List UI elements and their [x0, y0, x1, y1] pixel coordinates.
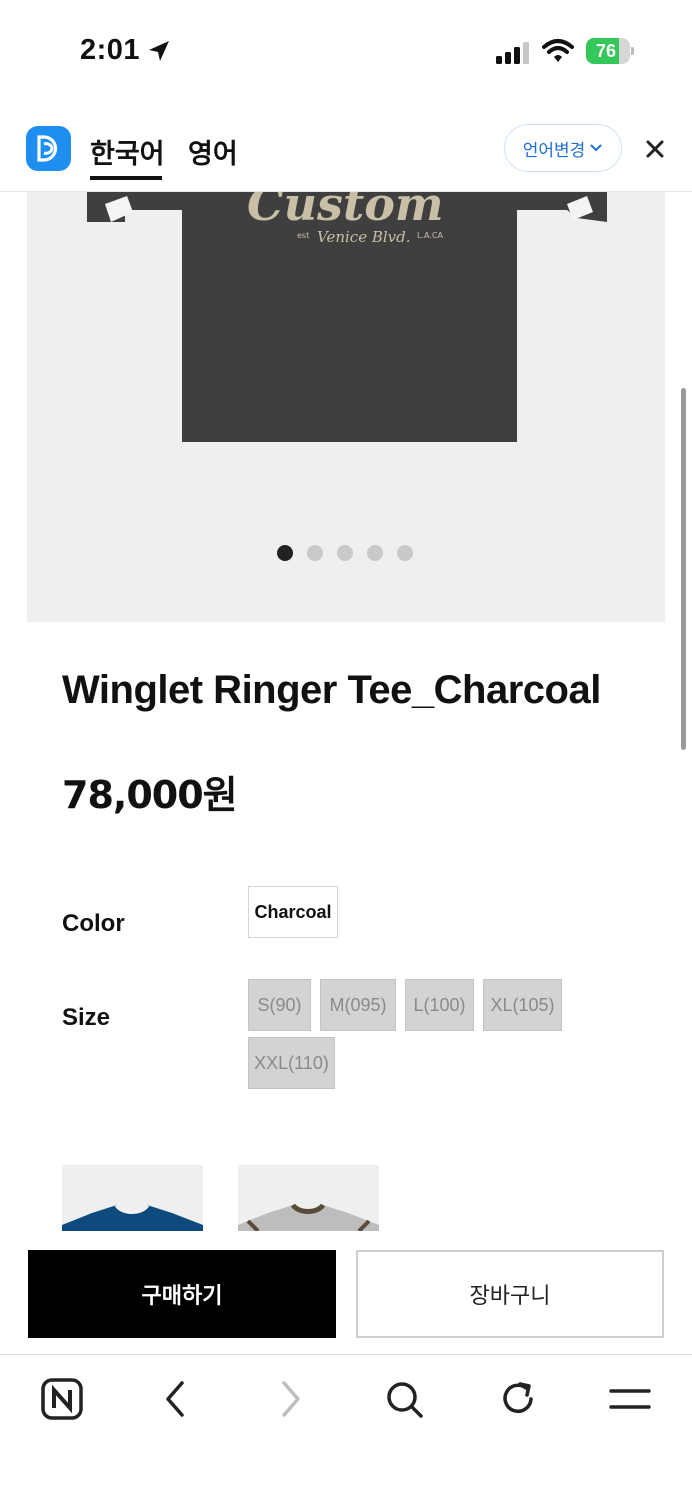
size-option[interactable]: XXL(110): [248, 1037, 335, 1089]
reload-icon[interactable]: [496, 1377, 540, 1421]
svg-text:Venice Blvd.: Venice Blvd.: [317, 228, 411, 246]
tshirt-navy-image: [62, 1203, 203, 1231]
battery-percent: 76: [595, 41, 617, 61]
svg-text:L.A.CA: L.A.CA: [417, 231, 443, 240]
naver-home-icon[interactable]: [40, 1377, 84, 1421]
size-label: Size: [62, 1004, 111, 1031]
active-tab-indicator: [90, 176, 162, 180]
tshirt-image: Custom Venice Blvd. est L.A.CA: [87, 192, 607, 442]
tab-english[interactable]: 영어: [188, 132, 238, 171]
related-product-thumb[interactable]: [62, 1165, 203, 1231]
product-title: Winglet Ringer Tee_Charcoal: [62, 668, 601, 712]
purchase-action-bar: 구매하기 장바구니: [0, 1232, 692, 1354]
translate-app-logo[interactable]: [26, 126, 71, 171]
size-option[interactable]: XL(105): [483, 979, 562, 1031]
back-icon[interactable]: [154, 1377, 198, 1421]
carousel-dot[interactable]: [307, 545, 323, 561]
color-label: Color: [62, 910, 125, 937]
browser-toolbar: [0, 1354, 692, 1500]
forward-icon[interactable]: [268, 1377, 312, 1421]
carousel-dot[interactable]: [397, 545, 413, 561]
close-icon[interactable]: [640, 134, 670, 164]
tshirt-grey-image: [238, 1203, 379, 1231]
carousel-dots: [277, 545, 417, 561]
location-arrow-icon: [149, 41, 169, 61]
buy-now-button[interactable]: 구매하기: [28, 1250, 336, 1338]
menu-icon[interactable]: [608, 1377, 652, 1421]
size-option[interactable]: S(90): [248, 979, 311, 1031]
battery-charging-icon: 76: [586, 38, 634, 64]
change-language-label: 언어변경: [522, 140, 586, 161]
related-products: [62, 1165, 662, 1231]
search-icon[interactable]: [382, 1377, 426, 1421]
status-bar: 2:01 76: [0, 0, 692, 100]
size-option[interactable]: M(095): [320, 979, 396, 1031]
color-option-charcoal[interactable]: Charcoal: [248, 886, 338, 938]
wifi-icon: [542, 39, 574, 62]
size-option[interactable]: L(100): [405, 979, 474, 1031]
chevron-down-icon: [590, 144, 602, 152]
logo-glyph-icon: [37, 135, 58, 162]
status-time: 2:01: [80, 34, 141, 66]
translation-header: 한국어 영어 언어변경: [0, 108, 692, 192]
carousel-dot[interactable]: [337, 545, 353, 561]
change-language-button[interactable]: 언어변경: [504, 124, 622, 172]
tab-korean[interactable]: 한국어: [90, 132, 165, 171]
svg-text:est: est: [297, 231, 309, 240]
carousel-dot[interactable]: [367, 545, 383, 561]
related-product-thumb[interactable]: [238, 1165, 379, 1231]
carousel-dot[interactable]: [277, 545, 293, 561]
page-scrollbar[interactable]: [681, 388, 686, 750]
svg-text:Custom: Custom: [247, 192, 444, 231]
product-price: 78,000원: [62, 773, 238, 817]
product-image-gallery[interactable]: Custom Venice Blvd. est L.A.CA: [27, 192, 665, 622]
signal-icon: [496, 42, 529, 64]
add-to-cart-button[interactable]: 장바구니: [356, 1250, 664, 1338]
